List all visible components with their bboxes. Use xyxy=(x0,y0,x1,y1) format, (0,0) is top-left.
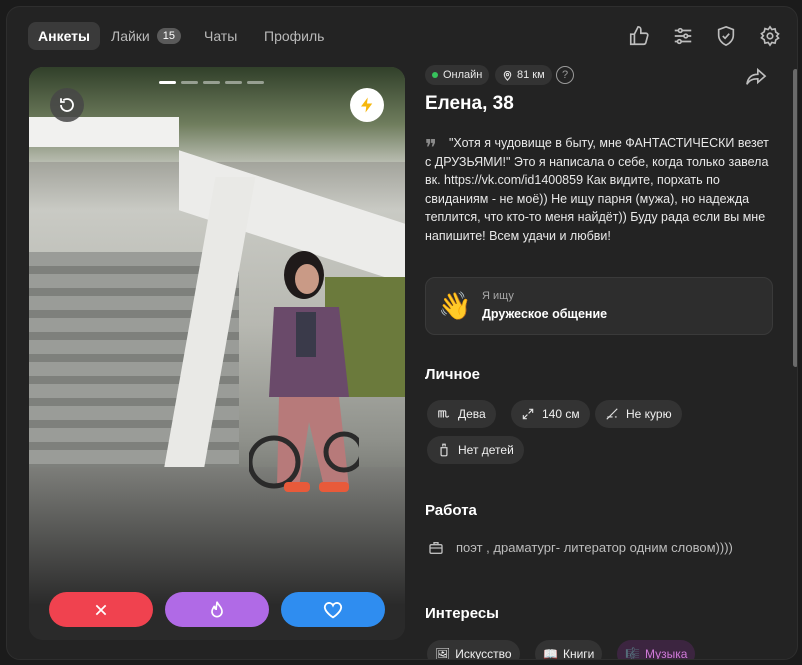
photo-progress-segment xyxy=(203,81,220,84)
tab-label: Анкеты xyxy=(38,28,90,44)
flame-icon xyxy=(211,600,223,617)
photo-person xyxy=(249,251,359,492)
thumbs-up-icon[interactable] xyxy=(628,25,650,47)
seeking-card: 👋 Я ищу Дружеское общение xyxy=(425,277,773,335)
tab-label: Профиль xyxy=(264,28,325,44)
like-button[interactable] xyxy=(281,592,385,627)
framed-picture-icon: 🖼 xyxy=(435,647,451,660)
profile-photo[interactable] xyxy=(29,67,405,640)
personal-chip-children: Нет детей xyxy=(427,436,524,464)
help-icon[interactable]: ? xyxy=(556,66,574,84)
lightning-icon xyxy=(361,97,373,113)
section-personal-title: Личное xyxy=(425,366,481,383)
shield-check-icon[interactable] xyxy=(715,25,737,47)
scrollbar[interactable] xyxy=(793,69,797,367)
chip-label: Нет детей xyxy=(458,443,514,457)
waving-hand-icon: 👋 xyxy=(438,291,472,321)
photo-progress-segment xyxy=(225,81,242,84)
chip-label: Дева xyxy=(458,407,486,421)
chip-label: Книги xyxy=(562,647,595,660)
seeking-value: Дружеское общение xyxy=(482,307,608,321)
personal-chip-height: 140 см xyxy=(511,400,590,428)
photo-progress-segment xyxy=(181,81,198,84)
profile-bio: "Хотя я чудовище в быту, мне ФАНТАСТИЧЕС… xyxy=(425,136,769,243)
location-pin-icon xyxy=(503,70,512,81)
tab-profile[interactable]: Профиль xyxy=(264,22,324,50)
superlike-button[interactable] xyxy=(165,592,269,627)
tab-label: Лайки xyxy=(111,28,150,44)
distance-badge: 81 км xyxy=(495,65,552,85)
work-text: поэт , драматург- литератор одним словом… xyxy=(456,540,733,555)
tab-ankety[interactable]: Анкеты xyxy=(28,22,100,50)
tab-label: Чаты xyxy=(204,28,238,44)
interest-chip-books: 📖 Книги xyxy=(535,640,603,660)
interest-chip-art: 🖼 Искусство xyxy=(427,640,520,660)
interest-chip-music: 🎼 Музыка xyxy=(617,640,696,660)
photo-wall xyxy=(29,117,179,147)
personal-chip-zodiac: Дева xyxy=(427,400,496,428)
photo-progress-segment xyxy=(247,81,264,84)
rewind-button[interactable] xyxy=(50,88,84,122)
virgo-icon xyxy=(438,410,450,418)
section-interests-title: Интересы xyxy=(425,605,499,622)
close-icon xyxy=(95,604,107,615)
app-window: Анкеты Лайки 15 Чаты Профиль Онлайн 81 к… xyxy=(6,6,798,660)
online-status-badge: Онлайн xyxy=(425,65,490,85)
music-notes-icon: 🎼 xyxy=(625,647,640,660)
tab-chats[interactable]: Чаты xyxy=(204,22,237,50)
seeking-label: Я ищу xyxy=(482,290,514,302)
personal-chip-smoking: Не курю xyxy=(595,400,682,428)
chip-label: Искусство xyxy=(455,647,512,660)
heart-icon xyxy=(323,601,343,618)
share-icon[interactable] xyxy=(745,67,767,92)
boost-button[interactable] xyxy=(350,88,384,122)
briefcase-icon xyxy=(429,542,443,554)
dislike-button[interactable] xyxy=(49,592,153,627)
filters-icon[interactable] xyxy=(672,25,694,47)
no-smoking-icon xyxy=(606,408,618,420)
baby-bottle-icon xyxy=(440,443,448,457)
online-status-text: Онлайн xyxy=(443,69,483,81)
expand-arrows-icon xyxy=(522,408,534,420)
tab-likes[interactable]: Лайки 15 xyxy=(111,22,181,50)
likes-count-badge: 15 xyxy=(156,28,181,44)
chip-label: Не курю xyxy=(626,407,672,421)
section-work-title: Работа xyxy=(425,502,477,519)
rewind-icon xyxy=(60,98,74,112)
chip-label: Музыка xyxy=(644,647,688,660)
book-icon: 📖 xyxy=(543,647,558,660)
online-dot-icon xyxy=(432,72,438,78)
settings-gear-icon[interactable] xyxy=(759,25,781,47)
photo-progress-segment xyxy=(159,81,176,84)
profile-name: Елена, 38 xyxy=(425,93,514,114)
distance-text: 81 км xyxy=(517,69,545,81)
chip-label: 140 см xyxy=(542,407,580,421)
